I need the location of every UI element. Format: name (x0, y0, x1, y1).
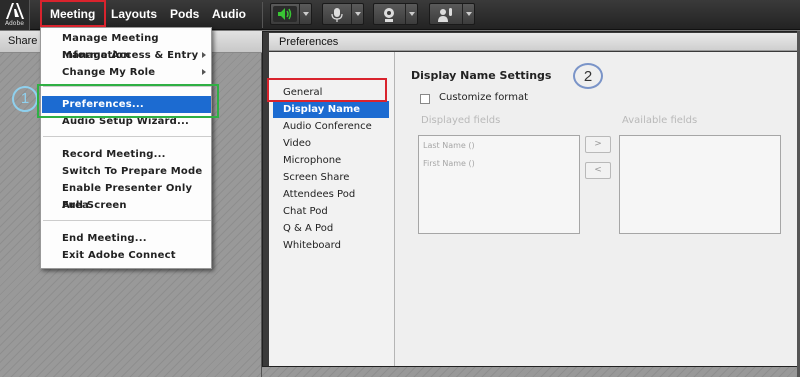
nav-item-microphone[interactable]: Microphone (273, 152, 389, 169)
background-strip (262, 367, 800, 377)
microphone-icon (331, 8, 343, 22)
meeting-menu-dropdown: Manage Meeting Information Manage Access… (40, 27, 212, 269)
nav-item-audio-conference[interactable]: Audio Conference (273, 118, 389, 135)
status-dropdown-arrow[interactable] (462, 4, 474, 24)
share-pod-title: Share (8, 35, 38, 47)
microphone-dropdown-arrow[interactable] (351, 4, 363, 24)
list-item-first-name[interactable]: First Name () (423, 159, 475, 168)
menu-separator (43, 136, 211, 137)
step-marker-1: 1 (12, 86, 38, 112)
available-fields-header: Available fields (622, 115, 698, 126)
menu-item-switch-to-prepare-mode[interactable]: Switch To Prepare Mode (42, 163, 211, 180)
status-button[interactable] (429, 3, 475, 25)
dialog-title-bar[interactable]: Preferences (269, 33, 799, 51)
menu-item-full-screen[interactable]: Full Screen (42, 197, 211, 214)
dialog-title: Preferences (279, 36, 339, 48)
menu-layouts[interactable]: Layouts (111, 4, 157, 24)
raise-hand-icon (438, 8, 452, 22)
speaker-dropdown-arrow[interactable] (299, 4, 311, 24)
webcam-dropdown-arrow[interactable] (405, 4, 417, 24)
list-item-last-name[interactable]: Last Name () (423, 141, 475, 150)
nav-item-attendees-pod[interactable]: Attendees Pod (273, 186, 389, 203)
nav-item-screen-share[interactable]: Screen Share (273, 169, 389, 186)
customize-format-checkbox[interactable] (420, 94, 430, 104)
menu-audio[interactable]: Audio (212, 4, 246, 24)
step-marker-2: 2 (573, 63, 603, 89)
menu-item-end-meeting[interactable]: End Meeting... (42, 230, 211, 247)
webcam-icon (384, 8, 394, 22)
speaker-button[interactable] (270, 3, 312, 25)
adobe-logo-text: Adobe (5, 20, 24, 27)
displayed-fields-header: Displayed fields (421, 115, 501, 126)
menu-item-exit-adobe-connect[interactable]: Exit Adobe Connect (42, 247, 211, 264)
nav-item-whiteboard[interactable]: Whiteboard (273, 237, 389, 254)
nav-item-chat-pod[interactable]: Chat Pod (273, 203, 389, 220)
nav-item-display-name[interactable]: Display Name (273, 101, 389, 118)
display-name-highlight (267, 78, 387, 102)
settings-title: Display Name Settings (411, 69, 552, 82)
webcam-button[interactable] (373, 3, 418, 25)
available-fields-list[interactable] (619, 135, 781, 234)
top-menu-bar: Adobe Meeting Layouts Pods Audio (0, 0, 800, 30)
add-field-button[interactable]: > (585, 136, 611, 153)
meeting-menu-highlight (40, 0, 106, 27)
display-name-settings-panel: Display Name Settings 2 Customize format… (395, 52, 799, 366)
customize-format-label[interactable]: Customize format (439, 92, 528, 103)
menu-item-change-my-role[interactable]: Change My Role (42, 64, 211, 81)
adobe-logo-icon (6, 3, 24, 19)
remove-field-button[interactable]: < (585, 162, 611, 179)
menu-item-enable-presenter-only-area[interactable]: Enable Presenter Only Area (42, 180, 211, 211)
menu-pods[interactable]: Pods (170, 4, 199, 24)
toolbar-divider (262, 2, 263, 28)
speaker-button-face (273, 6, 297, 22)
nav-item-qa-pod[interactable]: Q & A Pod (273, 220, 389, 237)
displayed-fields-list[interactable]: Last Name () First Name () (418, 135, 580, 234)
menu-item-record-meeting[interactable]: Record Meeting... (42, 146, 211, 163)
speaker-on-icon (278, 8, 292, 20)
menu-item-manage-meeting-information[interactable]: Manage Meeting Information (42, 30, 211, 61)
preferences-highlight (37, 84, 219, 118)
nav-item-video[interactable]: Video (273, 135, 389, 152)
microphone-button[interactable] (322, 3, 364, 25)
menu-item-manage-access-entry[interactable]: Manage Access & Entry (42, 47, 211, 64)
adobe-logo: Adobe (0, 0, 30, 30)
menu-separator (43, 220, 211, 221)
